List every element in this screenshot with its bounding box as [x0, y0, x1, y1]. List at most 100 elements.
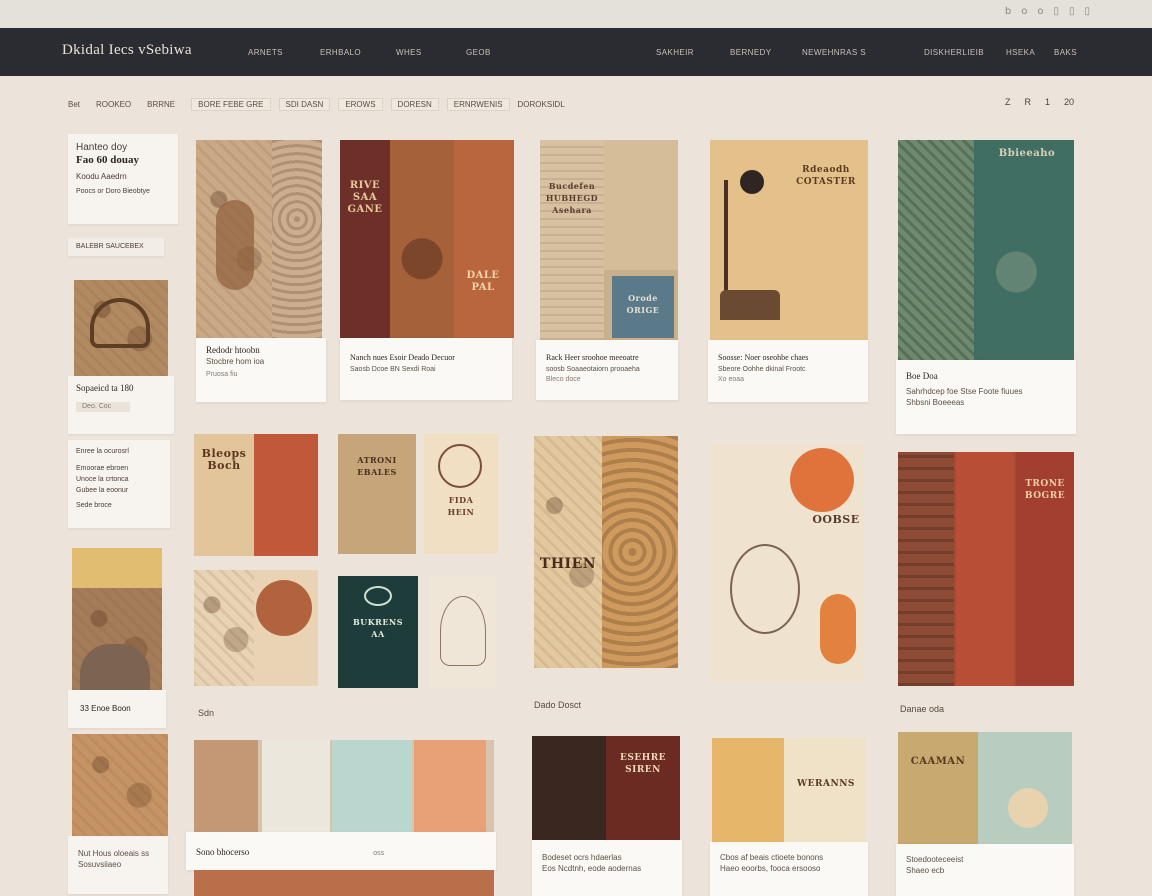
- sidebar-list-item[interactable]: Enree la ocurosrl: [76, 446, 162, 457]
- filter-item[interactable]: Bet: [68, 100, 80, 109]
- card-caption: Boe Doa Sahrhdcep foe Stse Foote fiuues …: [896, 360, 1076, 434]
- filter-chip[interactable]: DORESN: [390, 97, 439, 111]
- toolbar-icon[interactable]: o: [1021, 6, 1027, 17]
- sidebar-list-item[interactable]: Sede broce: [76, 500, 162, 511]
- pager-item[interactable]: R: [1024, 97, 1031, 107]
- top-strip: b o o ▯ ▯ ▯: [0, 0, 1152, 28]
- nav-item[interactable]: GEOB: [466, 48, 491, 57]
- filter-chip[interactable]: EROWS: [338, 97, 383, 111]
- book-thumbnail[interactable]: ESEHRE SIREN: [532, 736, 680, 840]
- book-thumbnail[interactable]: [430, 576, 496, 688]
- sidebar-list-item[interactable]: Gubee la eoonur: [76, 485, 162, 496]
- book-card[interactable]: Bucdefen HUBHEGD Asehara Orode ORIGE Rac…: [536, 140, 680, 402]
- card-subtitle: Eos Ncdtnh, eode aodernas: [542, 864, 642, 873]
- filter-item[interactable]: DOROKSIDL: [518, 100, 565, 109]
- book-thumbnail[interactable]: BUKRENS AA: [338, 576, 418, 688]
- pager-item[interactable]: Z: [1005, 97, 1011, 107]
- book-card[interactable]: Bbieeaho Boe Doa Sahrhdcep foe Stse Foot…: [896, 140, 1076, 436]
- toolbar-icon[interactable]: ▯: [1084, 6, 1090, 17]
- card-caption[interactable]: Bodeset ocrs hdaerlas Eos Ncdtnh, eode a…: [532, 840, 682, 896]
- filter-chip[interactable]: BORE FEBE GRE: [191, 97, 271, 111]
- intro-subtitle: Koodu Aaedrn: [76, 172, 127, 181]
- sidebar-card-3[interactable]: Nut Hous oloeais ss Sosuvsiiaeo: [68, 836, 168, 894]
- art-label: BUKRENS AA: [352, 617, 404, 639]
- filter-bar: Bet ROOKEO BRRNE BORE FEBE GRE SDI DASN …: [68, 97, 581, 111]
- sidebar-card-small: Deo. Coc: [82, 403, 112, 410]
- nav-item[interactable]: BAKS: [1054, 48, 1077, 57]
- card-caption[interactable]: Stoedooteceeist Shaeo ecb: [896, 844, 1074, 896]
- card-subtitle: Haeo eoorbs, fooca ersooso: [720, 864, 821, 873]
- book-card[interactable]: RIVE SAA GANE DALE PAL Nanch nues Esoir …: [340, 140, 514, 404]
- book-thumbnail[interactable]: Bleops Boch: [194, 434, 318, 556]
- navbar: Dkidal Iecs vSebiwa ARNETS ERHBALO WHES …: [0, 28, 1152, 76]
- book-thumbnail[interactable]: [194, 570, 318, 686]
- book-thumbnail[interactable]: THIEN: [534, 436, 678, 668]
- card-artwork: Bbieeaho: [898, 140, 1074, 360]
- book-thumbnail[interactable]: TRONE BOGRE: [898, 452, 1074, 686]
- book-thumbnail[interactable]: OOBSE: [710, 444, 864, 682]
- pager-item[interactable]: 1: [1045, 97, 1050, 107]
- card-artwork: RIVE SAA GANE DALE PAL: [340, 140, 514, 338]
- card-title: Rack Heer sroohoe meeoatre: [546, 353, 639, 362]
- sidebar-artwork-3[interactable]: [72, 734, 168, 836]
- nav-item[interactable]: ARNETS: [248, 48, 283, 57]
- book-thumbnail[interactable]: CAAMAN: [898, 732, 1072, 844]
- toolbar-icon[interactable]: ▯: [1053, 6, 1059, 17]
- card-artwork: Bucdefen HUBHEGD Asehara Orode ORIGE: [540, 140, 678, 340]
- nav-item[interactable]: HSEKA: [1006, 48, 1035, 57]
- sidebar-artwork-2[interactable]: [72, 548, 162, 690]
- sidebar-list-item[interactable]: Emoorae ebroen: [76, 463, 162, 474]
- card-subtitle: Stocbre hom ioa: [206, 357, 265, 366]
- intro-title: Fao 60 douay: [76, 154, 139, 166]
- book-thumbnail[interactable]: WERANNS: [712, 738, 866, 842]
- card-meta: Bleco doce: [546, 376, 581, 383]
- nav-item[interactable]: WHES: [396, 48, 422, 57]
- card-meta: Shbsni Boeeeas: [906, 398, 965, 407]
- nav-item[interactable]: BERNEDY: [730, 48, 771, 57]
- book-thumbnail[interactable]: FIDA HEIN: [424, 434, 498, 554]
- sidebar-card-line: Sosuvsiiaeo: [78, 860, 122, 869]
- nav-item[interactable]: NEWEHNRAS S: [802, 48, 866, 57]
- card-caption: Rack Heer sroohoe meeoatre soosb Soaaeot…: [536, 340, 678, 400]
- sidebar-card-2[interactable]: 33 Enoe Boon: [68, 690, 166, 728]
- book-card[interactable]: Rdeaodh COTASTER Soosse: Noer oseohbe ch…: [708, 140, 868, 404]
- art-label: RIVE SAA GANE: [347, 180, 383, 215]
- wide-caption[interactable]: Sono bhocerso oss: [186, 832, 496, 870]
- filter-chip[interactable]: ERNRWENIS: [446, 97, 510, 111]
- book-strip[interactable]: [194, 740, 494, 836]
- book-card[interactable]: Redodr htoobn Stocbre hom ioa Pruosa fiu: [196, 140, 326, 404]
- brand-logo[interactable]: Dkidal Iecs vSebiwa: [62, 42, 192, 59]
- art-label: ESEHRE SIREN: [619, 753, 667, 775]
- toolbar-icon[interactable]: ▯: [1069, 6, 1075, 17]
- intro-small-text: Hanteo doy: [76, 142, 128, 153]
- pager-item[interactable]: 20: [1064, 97, 1074, 107]
- sidebar-card-line: Nut Hous oloeais ss: [78, 849, 150, 858]
- art-label: Rdeaodh COTASTER: [796, 165, 856, 187]
- art-label: Orode ORIGE: [626, 293, 660, 315]
- nav-item[interactable]: ERHBALO: [320, 48, 361, 57]
- sidebar-tag-label: BALEBR SAUCEBEX: [76, 243, 144, 250]
- card-artwork: Rdeaodh COTASTER: [710, 140, 868, 340]
- toolbar-icon[interactable]: b: [1005, 6, 1011, 17]
- filter-item[interactable]: BRRNE: [147, 100, 175, 109]
- filter-item[interactable]: ROOKEO: [96, 100, 131, 109]
- book-strip[interactable]: [194, 870, 494, 896]
- filter-chip[interactable]: SDI DASN: [278, 97, 331, 111]
- sidebar-artwork-1[interactable]: [74, 280, 168, 378]
- card-subtitle: Saosb Dcoe BN Sexdi Roai: [350, 366, 436, 373]
- card-caption: Redodr htoobn Stocbre hom ioa Pruosa fiu: [196, 338, 326, 402]
- sidebar-card-1[interactable]: Sopaeicd ta 180 Deo. Coc: [68, 376, 174, 434]
- nav-item[interactable]: SAKHEIR: [656, 48, 694, 57]
- nav-item[interactable]: DISKHERLIEIB: [924, 48, 984, 57]
- sidebar-list-item[interactable]: Unoce la crtonca: [76, 474, 162, 485]
- book-thumbnail[interactable]: ATRONI EBALES: [338, 434, 416, 554]
- art-label: Bleops Boch: [201, 447, 247, 472]
- toolbar-icon[interactable]: o: [1037, 6, 1043, 17]
- card-meta: oss: [373, 850, 385, 857]
- card-caption: Soosse: Noer oseohbe chaes Sbeore Oohhe …: [708, 340, 868, 402]
- sidebar-tag[interactable]: BALEBR SAUCEBEX: [68, 238, 164, 256]
- card-title: Stoedooteceeist: [906, 855, 964, 864]
- art-label: DALE PAL: [466, 270, 500, 293]
- card-caption[interactable]: Cbos af beais ctioete bonons Haeo eoorbs…: [710, 842, 868, 896]
- card-title: Cbos af beais ctioete bonons: [720, 853, 824, 862]
